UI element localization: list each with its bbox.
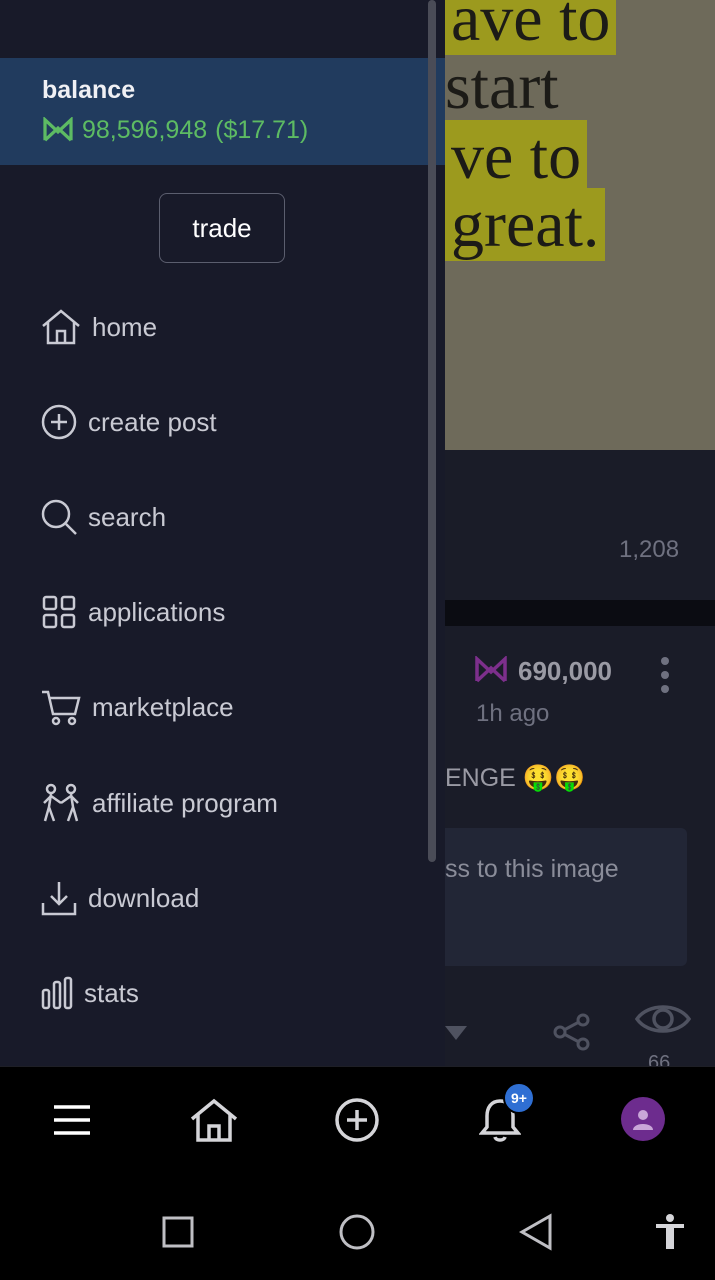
nav-item-home[interactable]: home <box>40 302 157 352</box>
bar-chart-icon <box>41 976 73 1010</box>
nav-item-label: home <box>92 311 158 342</box>
menu-button[interactable] <box>22 1067 122 1173</box>
bottom-navigation <box>0 1066 715 1177</box>
post-time: 1h ago <box>476 700 550 727</box>
home-icon <box>42 309 80 345</box>
menu-icon <box>54 1105 90 1135</box>
recents-button[interactable] <box>148 1202 208 1262</box>
grid-icon <box>42 595 76 629</box>
balance-panel <box>0 58 445 165</box>
nav-item-search[interactable]: search <box>40 492 166 542</box>
nav-item-label: marketplace <box>92 691 234 722</box>
balance-usd: ($17.71) <box>215 115 309 144</box>
eye-icon <box>634 1005 692 1033</box>
download-icon <box>41 882 77 916</box>
circle-icon <box>339 1214 375 1250</box>
coin-icon <box>43 117 73 142</box>
nav-item-applications[interactable]: applications <box>40 587 225 637</box>
nav-item-create-post[interactable]: create post <box>40 397 217 447</box>
nav-item-label: affiliate program <box>92 787 278 818</box>
notifications-button[interactable] <box>450 1067 550 1173</box>
trade-button[interactable]: trade <box>159 193 285 263</box>
view-count: 1,208 <box>619 536 680 563</box>
post-amount: 690,000 <box>518 656 612 686</box>
image-text-line-4: great. <box>445 188 606 261</box>
nav-item-label: stats <box>84 977 139 1008</box>
more-options-icon[interactable] <box>658 656 672 696</box>
search-icon <box>41 499 77 535</box>
balance-amount: 98,596,948 <box>82 115 208 144</box>
notification-badge: 9+ <box>503 1082 535 1114</box>
accessibility-button[interactable] <box>640 1202 700 1262</box>
square-icon <box>162 1216 194 1248</box>
nav-item-label: search <box>88 501 167 532</box>
image-text-line-1: ave to <box>445 0 617 55</box>
downvote-icon[interactable] <box>443 1024 469 1042</box>
drawer-scrollbar[interactable] <box>428 0 436 862</box>
people-icon <box>43 783 79 822</box>
share-icon[interactable] <box>552 1012 592 1052</box>
avatar[interactable] <box>621 1097 665 1141</box>
nav-item-label: applications <box>88 596 226 627</box>
coin-icon <box>475 656 507 683</box>
nav-item-download[interactable]: download <box>40 873 199 923</box>
side-drawer: balance 98,596,948 ($17.71) trade home c… <box>0 0 445 1066</box>
nav-item-marketplace[interactable]: marketplace <box>40 682 234 732</box>
nav-item-label: download <box>88 882 200 913</box>
back-button[interactable] <box>506 1202 566 1262</box>
image-text-line-3: ve to <box>445 120 588 193</box>
accessibility-icon <box>656 1214 684 1249</box>
balance-value: 98,596,948 ($17.71) <box>42 113 308 147</box>
post-media-placeholder <box>445 828 687 966</box>
nav-item-stats[interactable]: stats <box>40 968 139 1018</box>
home-button[interactable] <box>164 1067 264 1173</box>
nav-item-affiliate-program[interactable]: affiliate program <box>40 778 278 828</box>
create-post-button[interactable] <box>307 1067 407 1173</box>
back-triangle-icon <box>519 1213 552 1251</box>
system-navigation-bar <box>0 1176 715 1280</box>
image-text-line-2: start <box>445 50 559 123</box>
balance-label: balance <box>42 76 136 104</box>
post-text: ENGE <box>445 764 516 792</box>
home-icon <box>190 1098 238 1142</box>
money-face-emoji: 🤑🤑 <box>522 764 586 792</box>
post-media-text: ss to this image <box>445 855 619 883</box>
nav-item-label: create post <box>88 406 217 437</box>
cart-icon <box>42 690 81 726</box>
home-system-button[interactable] <box>327 1202 387 1262</box>
user-icon <box>633 1110 653 1130</box>
plus-circle-icon <box>335 1098 379 1142</box>
view-count: 66 <box>648 1052 671 1066</box>
plus-circle-icon <box>41 404 77 440</box>
